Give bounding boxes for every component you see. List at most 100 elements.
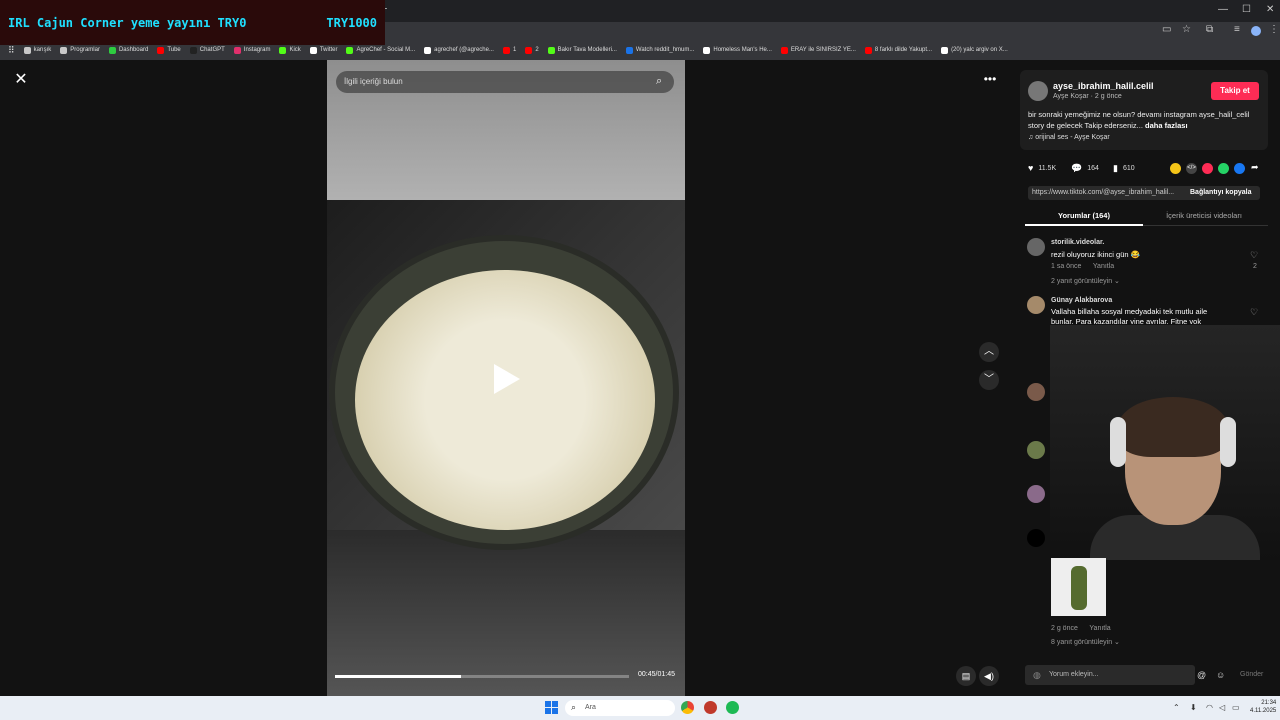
bookmark-item[interactable]: Kick [279,46,301,54]
windows-start-icon[interactable] [545,701,558,714]
bookmark-item[interactable]: 2 [525,46,539,54]
whatsapp-icon[interactable] [1218,163,1229,174]
share-arrow-icon[interactable]: ➦ [1251,162,1259,173]
send-comment-button[interactable]: Gönder [1240,671,1263,678]
view-replies-link[interactable]: 8 yanıt görüntüleyin ⌄ [1051,638,1120,646]
volume-icon[interactable]: ◀) [979,666,999,686]
tray-chevron-icon[interactable]: ⌃ [1173,703,1180,712]
tab-comments[interactable]: Yorumlar (164) [1025,211,1143,226]
comment-stat[interactable]: 💬 164 [1071,163,1099,174]
bookmark-item[interactable]: karışık [23,46,51,54]
wifi-icon[interactable]: ◠ [1206,703,1213,712]
profile-avatar-icon[interactable] [1251,26,1261,36]
bookmark-item[interactable]: Instagram [233,46,270,54]
more-link[interactable]: daha fazlası [1145,121,1188,130]
close-window-button[interactable]: ✕ [1266,4,1274,15]
media-icon[interactable]: ≡ [1234,24,1240,35]
next-video-icon[interactable]: ﹀ [979,370,999,390]
bookmark-item[interactable]: (20) yalc argiv on X... [941,46,1008,54]
save-stat[interactable]: ▮ 610 [1113,163,1135,174]
comment-like-count: 2 [1253,263,1257,270]
comment-icon[interactable]: 💬 [1071,163,1082,174]
maximize-button[interactable]: ☐ [1242,4,1251,15]
bookmark-item[interactable]: Tube [157,46,181,54]
comment-heart-icon[interactable]: ♡ [1250,307,1258,318]
bookmark-item[interactable]: 1 [502,46,516,54]
facebook-icon[interactable] [1234,163,1245,174]
bookmark-item[interactable]: Bakır Tava Modelleri... [547,46,617,54]
comment-avatar[interactable] [1027,383,1045,401]
close-video-icon[interactable]: ✕ [12,71,30,89]
author-avatar[interactable] [1028,81,1048,101]
more-options-icon[interactable]: ••• [981,72,999,88]
share-coin-icon[interactable] [1170,163,1181,174]
comment-heart-icon[interactable]: ♡ [1250,250,1258,261]
previous-video-icon[interactable]: ︿ [979,342,999,362]
comment-avatar[interactable] [1027,529,1045,547]
video-progress-bar[interactable] [335,675,629,678]
bookmark-item[interactable]: Programlar [60,46,100,54]
like-stat[interactable]: ♥ 11.5K [1028,163,1056,173]
related-search-input[interactable]: İlgili içeriği bulun [336,71,674,93]
bookmark-icon[interactable]: ▮ [1113,163,1118,174]
bookmark-item[interactable]: Homeless Man's He... [703,46,772,54]
bookmark-favicon-icon [864,46,872,54]
sound-label[interactable]: ♫ orijinal ses - Ayşe Koşar [1028,134,1110,141]
video-description: bir sonraki yemeğimiz ne olsun? devamı i… [1028,109,1264,131]
comment-count: 164 [1087,165,1099,172]
comment-meta[interactable]: 1 sa önce Yanıtla [1051,263,1114,270]
emoji-icon[interactable]: ☺ [1216,670,1225,680]
tab-creator-videos[interactable]: İçerik üreticisi videoları [1145,211,1263,220]
bookmark-favicon-icon [157,46,165,54]
mention-icon[interactable]: @ [1197,670,1206,680]
taskbar-clock[interactable]: 21:34 4.11.2025 [1250,699,1276,715]
bookmark-item[interactable]: AgreChef - Social M... [346,46,415,54]
comment-input[interactable]: Yorum ekleyin... [1025,665,1195,685]
caption-icon[interactable]: ▤ [956,666,976,686]
taskbar-search[interactable]: Ara [565,700,675,716]
comment-author[interactable]: Günay Alakbarova [1051,297,1112,304]
comment-avatar[interactable] [1027,238,1045,256]
speaker-icon[interactable]: ◁ [1219,703,1225,712]
follow-button[interactable]: Takip et [1211,82,1259,100]
comment-avatar[interactable] [1027,296,1045,314]
comment-avatar[interactable] [1027,441,1045,459]
comment-text: rezil oluyoruz ikinci gün 😂 [1051,250,1140,259]
copy-link-button[interactable]: Bağlantıyı kopyala [1190,186,1251,200]
bookmark-item[interactable]: ChatGPT [189,46,225,54]
address-bar[interactable]: ▭ ☆ ⧉ ≡ ⋮ [385,22,1280,40]
bookmark-item[interactable]: Twitter [309,46,337,54]
author-username[interactable]: ayse_ibrahim_halil.celil [1053,81,1154,91]
battery-icon[interactable]: ▭ [1232,703,1240,712]
bookmark-item[interactable]: 8 farklı dilde Yakupt... [864,46,933,54]
clock-time: 21:34 [1261,700,1277,706]
comment-image[interactable] [1051,558,1106,616]
search-icon[interactable]: ⌕ [656,75,662,88]
bookmark-favicon-icon [424,46,432,54]
comment-meta[interactable]: 2 g önce Yanıtla [1051,625,1111,632]
heart-icon[interactable]: ♥ [1028,163,1033,173]
comment-author[interactable]: storilik.videolar. [1051,239,1104,246]
app-icon[interactable] [704,701,717,714]
play-icon[interactable] [494,364,520,394]
extensions-icon[interactable]: ⧉ [1206,24,1213,35]
bookmark-item[interactable]: agrechef (@agreche... [424,46,494,54]
comment-avatar[interactable] [1027,485,1045,503]
spotify-icon[interactable] [726,701,739,714]
apps-grid-icon[interactable]: ⠿ [8,45,15,56]
view-replies-link[interactable]: 2 yanıt görüntüleyin ⌄ [1051,277,1120,285]
chrome-icon[interactable] [681,701,694,714]
send-to-friend-icon[interactable] [1202,163,1213,174]
minimize-button[interactable]: — [1218,4,1228,15]
bookmark-label: ChatGPT [199,47,225,53]
embed-icon[interactable]: </> [1186,163,1197,174]
bookmark-star-icon[interactable]: ☆ [1182,24,1191,35]
tray-app-icon[interactable]: ⬇ [1190,703,1197,712]
comment-image-figure [1071,566,1087,610]
bookmark-label: 8 farklı dilde Yakupt... [874,47,933,53]
chrome-menu-icon[interactable]: ⋮ [1269,24,1279,35]
cast-icon[interactable]: ▭ [1162,24,1171,35]
bookmark-item[interactable]: Dashboard [108,46,148,54]
bookmark-item[interactable]: ERAY ile SINIRSIZ YE... [780,46,856,54]
bookmark-item[interactable]: Watch reddit_hmum... [625,46,694,54]
